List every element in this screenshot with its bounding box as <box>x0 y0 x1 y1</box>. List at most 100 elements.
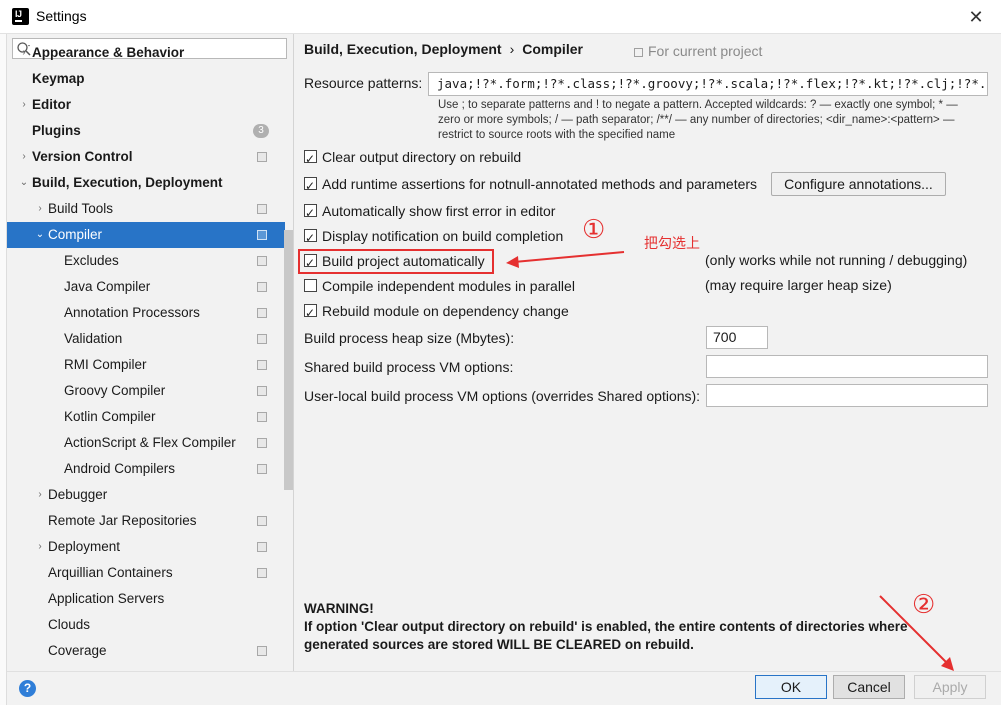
sidebar-item[interactable]: RMI Compiler <box>7 352 285 378</box>
project-level-icon <box>257 282 267 292</box>
sidebar-item[interactable]: Arquillian Containers <box>7 560 285 586</box>
project-level-icon <box>257 152 267 162</box>
sidebar-item[interactable]: › Editor <box>7 92 285 118</box>
compiler-settings-panel: Build, Execution, Deployment › Compiler Fo… <box>294 34 1001 671</box>
check-icon: ✓ <box>305 152 316 166</box>
sidebar-item-label: Build Tools <box>48 201 114 216</box>
option-note: (only works while not running / debuggin… <box>705 252 968 268</box>
step-1-marker: ① <box>582 214 606 244</box>
sidebar-item-label: Version Control <box>32 149 133 164</box>
sidebar-item-label: Build, Execution, Deployment <box>32 175 223 190</box>
sidebar-item[interactable]: Plugins 3 <box>7 118 285 144</box>
sidebar-item[interactable]: Annotation Processors <box>7 300 285 326</box>
sidebar-item[interactable]: Application Servers <box>7 586 285 612</box>
chevron-down-icon[interactable]: ⌄ <box>18 170 30 196</box>
sidebar-item[interactable]: Clouds <box>7 612 285 638</box>
sidebar-scrollbar[interactable] <box>284 230 293 490</box>
checkbox-label: Build project automatically <box>322 253 485 269</box>
checkbox[interactable]: ✓ <box>304 177 317 193</box>
ok-button[interactable]: OK <box>755 675 827 699</box>
sidebar-item[interactable]: Android Compilers <box>7 456 285 482</box>
project-level-icon <box>257 334 267 344</box>
checkbox[interactable] <box>304 279 317 292</box>
project-level-icon <box>257 256 267 266</box>
sidebar-item[interactable]: Coverage <box>7 638 285 664</box>
cancel-button[interactable]: Cancel <box>833 675 905 699</box>
checkbox[interactable]: ✓ <box>304 229 317 245</box>
rebuild-warning: WARNING! If option 'Clear output directo… <box>304 600 964 654</box>
sidebar-item-label: Kotlin Compiler <box>64 409 156 424</box>
checkbox-label: Automatically show first error in editor <box>322 203 556 219</box>
chevron-right-icon[interactable]: › <box>34 196 46 222</box>
project-level-icon <box>634 47 643 57</box>
sidebar-item[interactable]: Java Compiler <box>7 274 285 300</box>
checkbox[interactable]: ✓ <box>304 304 317 320</box>
sidebar-item[interactable]: › Debugger <box>7 482 285 508</box>
project-level-icon <box>257 516 267 526</box>
sidebar-item-label: RMI Compiler <box>64 357 147 372</box>
checkbox[interactable]: ✓ <box>304 204 317 220</box>
breadcrumb-separator: › <box>509 41 515 57</box>
sidebar-item[interactable]: ActionScript & Flex Compiler <box>7 430 285 456</box>
sidebar-item-label: Validation <box>64 331 123 346</box>
sidebar-item-label: Appearance & Behavior <box>32 45 185 60</box>
project-level-icon <box>257 438 267 448</box>
sidebar-item-label: Java Compiler <box>64 279 151 294</box>
sidebar-item[interactable]: › Build Tools <box>7 196 285 222</box>
sidebar-item-label: Remote Jar Repositories <box>48 513 197 528</box>
sidebar-item-label: ActionScript & Flex Compiler <box>64 435 236 450</box>
user-vm-options-input[interactable] <box>706 384 988 407</box>
sidebar-item[interactable]: › Version Control <box>7 144 285 170</box>
sidebar-item-label: Compiler <box>48 227 103 242</box>
checkbox-label: Add runtime assertions for notnull-annot… <box>322 176 758 192</box>
project-level-icon <box>257 360 267 370</box>
dialog-footer: ? OK Cancel Apply <box>7 671 1001 705</box>
check-icon: ✓ <box>305 256 316 270</box>
project-level-icon <box>257 386 267 396</box>
resource-patterns-input[interactable]: java;!?*.form;!?*.class;!?*.groovy;!?*.s… <box>428 72 988 96</box>
help-icon[interactable]: ? <box>19 680 36 697</box>
sidebar-item-label: Coverage <box>48 643 107 658</box>
sidebar-item[interactable]: ⌄ Compiler <box>7 222 285 248</box>
apply-button[interactable]: Apply <box>914 675 986 699</box>
sidebar-item[interactable]: Remote Jar Repositories <box>7 508 285 534</box>
option-note: (may require larger heap size) <box>705 277 892 293</box>
sidebar-item[interactable]: Validation <box>7 326 285 352</box>
sidebar-item[interactable]: Excludes <box>7 248 285 274</box>
sidebar-item[interactable]: ⌄ Build, Execution, Deployment <box>7 170 285 196</box>
step-1-note: 把勾选上 <box>644 235 700 251</box>
sidebar-item[interactable]: › Deployment <box>7 534 285 560</box>
configure-annotations-button[interactable]: Configure annotations... <box>771 172 946 196</box>
sidebar-item-label: Editor <box>32 97 71 112</box>
title-bar: IJ Settings ✕ <box>0 0 1001 34</box>
checkbox-label: Display notification on build completion <box>322 228 564 244</box>
chevron-right-icon[interactable]: › <box>34 482 46 508</box>
chevron-right-icon[interactable]: › <box>18 92 30 118</box>
breadcrumb: Build, Execution, Deployment › Compiler <box>304 41 583 57</box>
chevron-down-icon[interactable]: ⌄ <box>34 222 46 248</box>
checkbox[interactable]: ✓ <box>304 254 317 270</box>
project-level-icon <box>257 464 267 474</box>
project-level-icon <box>257 412 267 422</box>
background-editor-strip <box>0 34 7 705</box>
heap-size-input[interactable]: 700 <box>706 326 768 349</box>
project-level-icon <box>257 204 267 214</box>
sidebar-item-label: Plugins <box>32 123 81 138</box>
project-level-icon <box>257 542 267 552</box>
sidebar-item[interactable]: Keymap <box>7 66 285 92</box>
shared-vm-options-input[interactable] <box>706 355 988 378</box>
sidebar-item[interactable]: Groovy Compiler <box>7 378 285 404</box>
shared-vm-options-label: Shared build process VM options: <box>304 359 514 375</box>
chevron-right-icon[interactable]: › <box>34 534 46 560</box>
sidebar-item[interactable]: Kotlin Compiler <box>7 404 285 430</box>
chevron-right-icon[interactable]: › <box>18 144 30 170</box>
settings-sidebar: › Appearance & Behavior Keymap › Editor Plugi… <box>7 34 294 671</box>
close-icon[interactable]: ✕ <box>963 4 989 30</box>
checkbox-label: Rebuild module on dependency change <box>322 303 569 319</box>
chevron-right-icon[interactable]: › <box>18 40 30 66</box>
checkbox[interactable]: ✓ <box>304 150 317 166</box>
project-level-icon <box>257 230 267 240</box>
intellij-app-icon: IJ <box>12 8 29 25</box>
sidebar-item[interactable]: › Appearance & Behavior <box>7 40 285 66</box>
warning-text: If option 'Clear output directory on reb… <box>304 619 908 652</box>
